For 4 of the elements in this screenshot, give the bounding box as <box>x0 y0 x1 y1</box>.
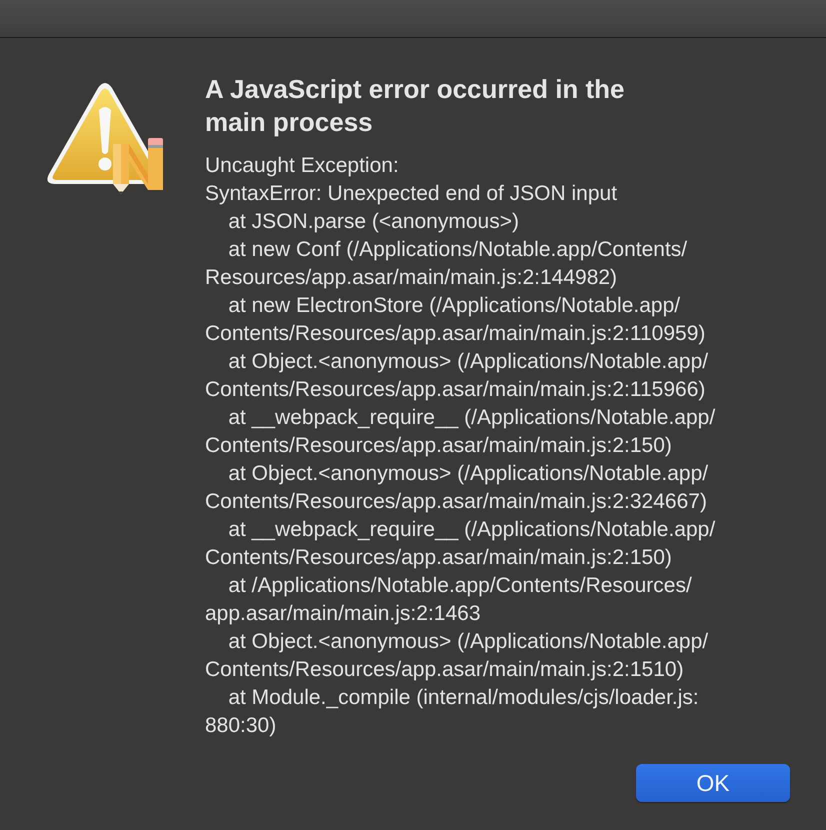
dialog-title: A JavaScript error occurred in the main process <box>205 73 626 139</box>
pencil-letter-icon <box>113 138 163 194</box>
error-message: Uncaught Exception: SyntaxError: Unexpected end of JSON input at JSON.parse (<anonymous>) at new Conf (/Applications/Notable.app/Contents/ Resources/app.asar/main/main.js:2:144982) at new ElectronStore (/Applications/Notable.app/ Contents/Resources/app.asar/main/main.js:2:110959) at Object.<anonymous> (/Applications/Notable.app/ Contents/Resources/app.asar/main/main.js:2:115966) at __webpack_require__ (/Applications/Notable.app/ Contents/Resources/app.asar/main/main.js:2:150) at Object.<anonymous> (/Applications/Notable.app/ Contents/Resources/app.asar/main/main.js:2:324667) at __webpack_require__ (/Applications/Notable.app/ Contents/Resources/app.asar/main/main.js:2:150) at /Applications/Notable.app/Contents/Resources/ app.asar/main/main.js:2:1463 at Object.<anonymous> (/Applications/Notable.app/ Contents/Resources/app.asar/main/main.js:2:1510) at Module._compile (internal/modules/cjs/loader.js: 880:30) <box>205 153 716 739</box>
ok-button[interactable]: OK <box>636 764 790 802</box>
